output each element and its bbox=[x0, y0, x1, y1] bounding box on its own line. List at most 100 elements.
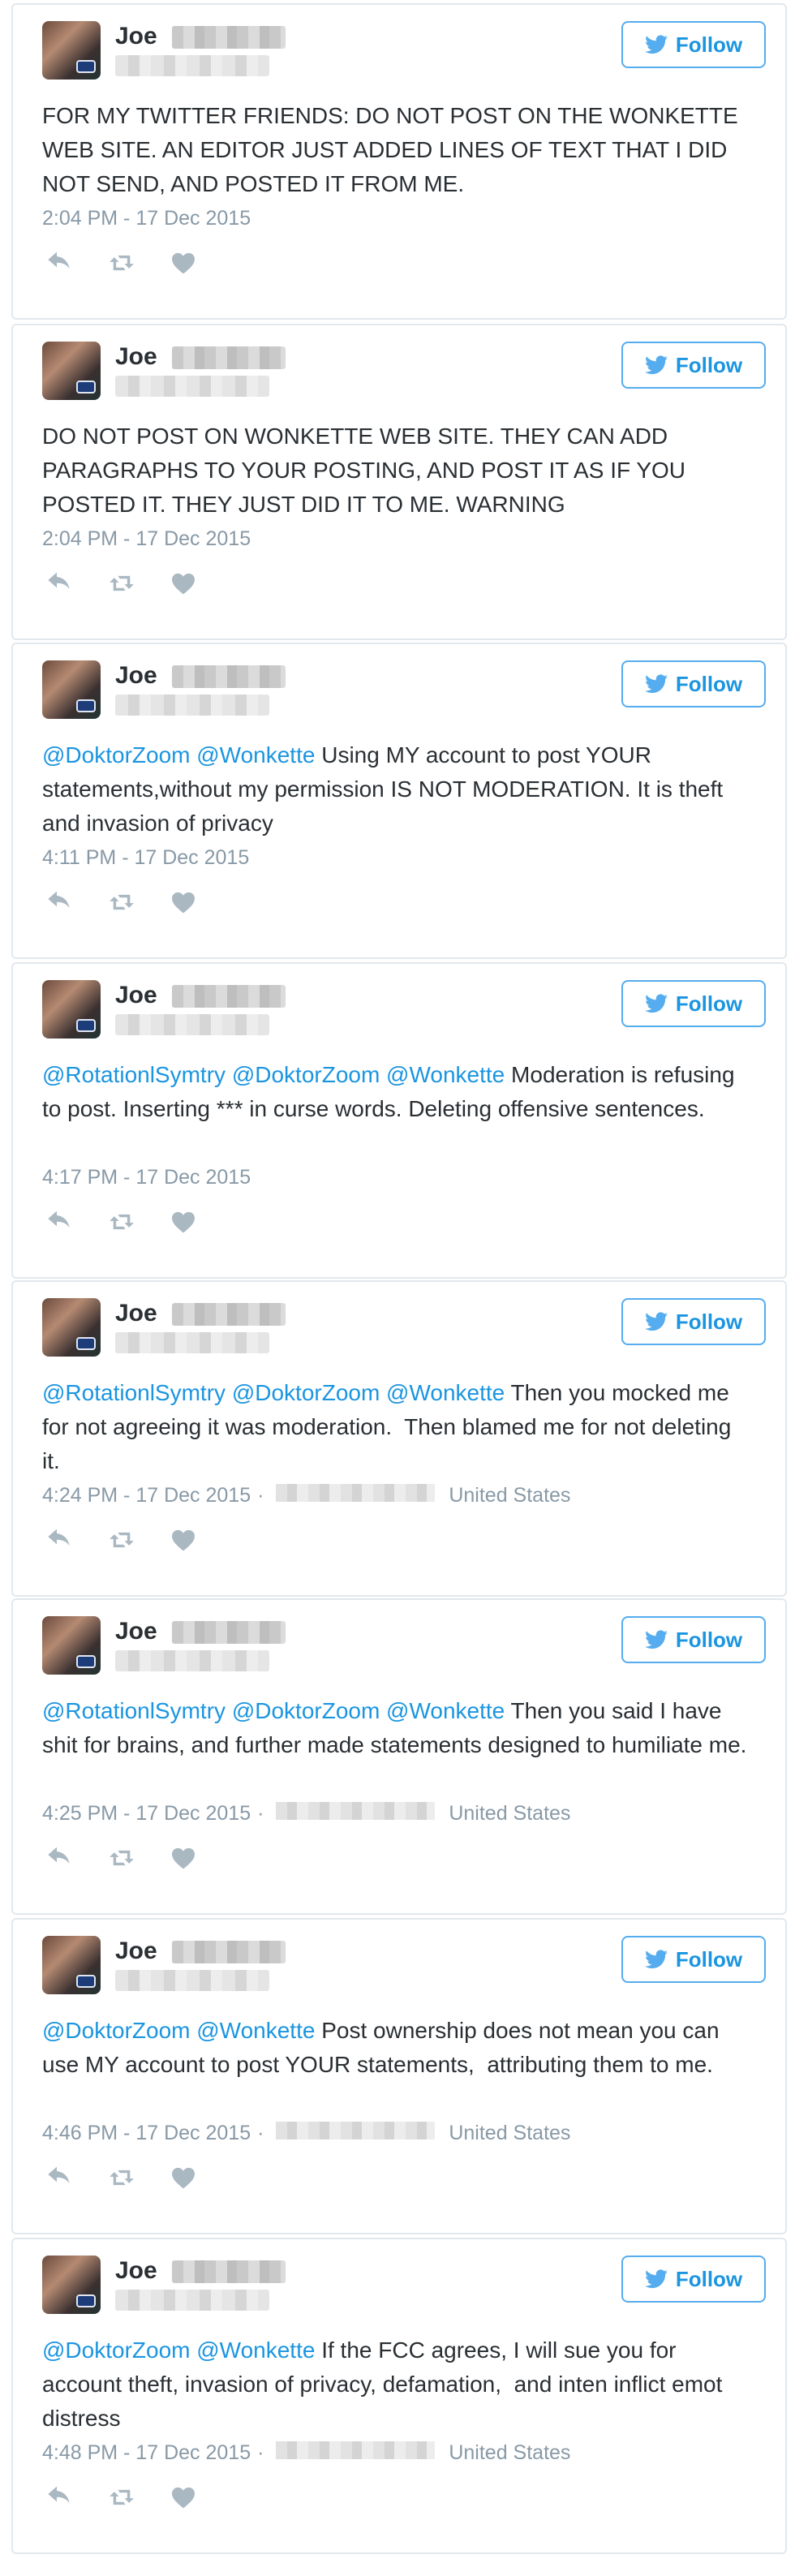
tweet-card: Joe Follow @DoktorZoom @Wonkette Post ow… bbox=[11, 1918, 787, 2234]
blurred-surname bbox=[172, 1303, 286, 1326]
tweet-mentions[interactable]: @RotationlSymtry @DoktorZoom @Wonkette bbox=[42, 1380, 505, 1405]
retweet-icon[interactable] bbox=[107, 1209, 136, 1235]
follow-button[interactable]: Follow bbox=[621, 1616, 766, 1663]
follow-button[interactable]: Follow bbox=[621, 660, 766, 707]
tweet-timestamp[interactable]: 4:24 PM - 17 Dec 2015 bbox=[42, 1483, 251, 1507]
tweet-mentions[interactable]: @RotationlSymtry @DoktorZoom @Wonkette bbox=[42, 1062, 505, 1087]
user-name[interactable]: Joe bbox=[115, 343, 157, 371]
blurred-location bbox=[276, 2122, 436, 2139]
tweet-meta: 4:24 PM - 17 Dec 2015 · United States bbox=[42, 1483, 570, 1507]
user-name[interactable]: Joe bbox=[115, 1300, 157, 1327]
heart-icon[interactable] bbox=[169, 889, 198, 915]
user-name[interactable]: Joe bbox=[115, 982, 157, 1009]
avatar[interactable] bbox=[42, 1298, 101, 1357]
avatar[interactable] bbox=[42, 1936, 101, 1994]
retweet-icon[interactable] bbox=[107, 2165, 136, 2191]
twitter-bird-icon bbox=[644, 1312, 668, 1331]
user-name[interactable]: Joe bbox=[115, 1618, 157, 1645]
tweet-actions bbox=[45, 1527, 198, 1553]
user-name[interactable]: Joe bbox=[115, 1937, 157, 1965]
tweet-meta: 4:17 PM - 17 Dec 2015 bbox=[42, 1165, 251, 1189]
tweet-location: · United States bbox=[251, 1483, 570, 1507]
reply-icon[interactable] bbox=[45, 250, 75, 276]
separator-dot: · bbox=[257, 2122, 264, 2144]
blurred-surname bbox=[172, 1941, 286, 1963]
location-country: United States bbox=[449, 2441, 571, 2464]
blurred-handle bbox=[115, 376, 269, 397]
retweet-icon[interactable] bbox=[107, 889, 136, 915]
tweet-text: DO NOT POST ON WONKETTE WEB SITE. THEY C… bbox=[42, 419, 753, 522]
heart-icon[interactable] bbox=[169, 1527, 198, 1553]
tweet-timestamp[interactable]: 4:11 PM - 17 Dec 2015 bbox=[42, 845, 249, 870]
avatar[interactable] bbox=[42, 21, 101, 80]
heart-icon[interactable] bbox=[169, 250, 198, 276]
avatar[interactable] bbox=[42, 2256, 101, 2314]
user-name[interactable]: Joe bbox=[115, 2257, 157, 2285]
tweet-card: Joe Follow @DoktorZoom @Wonkette If the … bbox=[11, 2238, 787, 2554]
heart-icon[interactable] bbox=[169, 2484, 198, 2510]
tweet-actions bbox=[45, 570, 198, 596]
tweet-meta: 4:46 PM - 17 Dec 2015 · United States bbox=[42, 2121, 570, 2145]
tweet-actions bbox=[45, 1209, 198, 1235]
retweet-icon[interactable] bbox=[107, 250, 136, 276]
location-country: United States bbox=[449, 1802, 571, 1825]
tweet-body: DO NOT POST ON WONKETTE WEB SITE. THEY C… bbox=[42, 424, 692, 517]
reply-icon[interactable] bbox=[45, 2484, 75, 2510]
tweet-card: Joe Follow @RotationlSymtry @DoktorZoom … bbox=[11, 962, 787, 1279]
tweet-timestamp[interactable]: 4:46 PM - 17 Dec 2015 bbox=[42, 2121, 251, 2145]
follow-button[interactable]: Follow bbox=[621, 1298, 766, 1345]
tweet-actions bbox=[45, 2165, 198, 2191]
tweet-timestamp[interactable]: 4:48 PM - 17 Dec 2015 bbox=[42, 2441, 251, 2465]
heart-icon[interactable] bbox=[169, 570, 198, 596]
tweet-mentions[interactable]: @DoktorZoom @Wonkette bbox=[42, 2018, 315, 2043]
follow-button[interactable]: Follow bbox=[621, 21, 766, 68]
tweet-meta: 4:25 PM - 17 Dec 2015 · United States bbox=[42, 1801, 570, 1826]
avatar[interactable] bbox=[42, 1616, 101, 1675]
follow-label: Follow bbox=[675, 352, 743, 377]
blurred-handle bbox=[115, 2290, 269, 2311]
tweet-meta: 2:04 PM - 17 Dec 2015 bbox=[42, 527, 251, 551]
retweet-icon[interactable] bbox=[107, 1527, 136, 1553]
tweet-timestamp[interactable]: 4:17 PM - 17 Dec 2015 bbox=[42, 1165, 251, 1189]
follow-button[interactable]: Follow bbox=[621, 1936, 766, 1983]
follow-button[interactable]: Follow bbox=[621, 342, 766, 389]
heart-icon[interactable] bbox=[169, 1209, 198, 1235]
retweet-icon[interactable] bbox=[107, 2484, 136, 2510]
retweet-icon[interactable] bbox=[107, 1845, 136, 1871]
tweet-actions bbox=[45, 889, 198, 915]
twitter-bird-icon bbox=[644, 2269, 668, 2289]
tweet-actions bbox=[45, 2484, 198, 2510]
blurred-location bbox=[276, 2441, 436, 2459]
reply-icon[interactable] bbox=[45, 2165, 75, 2191]
tweet-text: @RotationlSymtry @DoktorZoom @Wonkette T… bbox=[42, 1694, 753, 1762]
blurred-surname bbox=[172, 985, 286, 1008]
retweet-icon[interactable] bbox=[107, 570, 136, 596]
blurred-handle bbox=[115, 695, 269, 716]
follow-button[interactable]: Follow bbox=[621, 980, 766, 1027]
location-country: United States bbox=[449, 1484, 571, 1507]
follow-label: Follow bbox=[675, 1309, 743, 1334]
reply-icon[interactable] bbox=[45, 1845, 75, 1871]
avatar[interactable] bbox=[42, 342, 101, 400]
reply-icon[interactable] bbox=[45, 1209, 75, 1235]
tweet-timestamp[interactable]: 2:04 PM - 17 Dec 2015 bbox=[42, 206, 251, 230]
avatar[interactable] bbox=[42, 660, 101, 719]
heart-icon[interactable] bbox=[169, 2165, 198, 2191]
tweet-timestamp[interactable]: 2:04 PM - 17 Dec 2015 bbox=[42, 527, 251, 551]
tweet-timestamp[interactable]: 4:25 PM - 17 Dec 2015 bbox=[42, 1801, 251, 1826]
follow-button[interactable]: Follow bbox=[621, 2256, 766, 2303]
tweet-text: @DoktorZoom @Wonkette If the FCC agrees,… bbox=[42, 2333, 753, 2436]
tweet-mentions[interactable]: @RotationlSymtry @DoktorZoom @Wonkette bbox=[42, 1698, 505, 1723]
avatar[interactable] bbox=[42, 980, 101, 1039]
user-name[interactable]: Joe bbox=[115, 23, 157, 50]
tweet-mentions[interactable]: @DoktorZoom @Wonkette bbox=[42, 742, 315, 768]
tweet-meta: 2:04 PM - 17 Dec 2015 bbox=[42, 206, 251, 230]
reply-icon[interactable] bbox=[45, 570, 75, 596]
reply-icon[interactable] bbox=[45, 889, 75, 915]
heart-icon[interactable] bbox=[169, 1845, 198, 1871]
tweet-body: FOR MY TWITTER FRIENDS: DO NOT POST ON T… bbox=[42, 103, 745, 196]
reply-icon[interactable] bbox=[45, 1527, 75, 1553]
follow-label: Follow bbox=[675, 671, 743, 696]
user-name[interactable]: Joe bbox=[115, 662, 157, 690]
tweet-mentions[interactable]: @DoktorZoom @Wonkette bbox=[42, 2337, 315, 2363]
